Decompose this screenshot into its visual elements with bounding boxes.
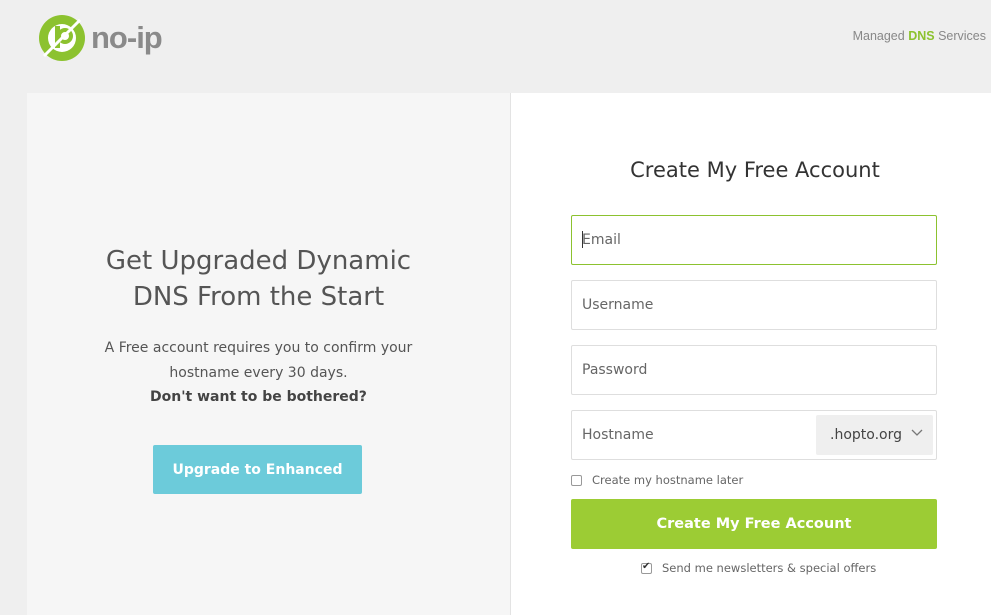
no-ip-logo-icon: [39, 15, 85, 61]
logo-text: no-ip: [91, 20, 163, 55]
tagline-suffix: Services: [934, 29, 986, 43]
domain-select-value: .hopto.org: [830, 427, 902, 443]
logo[interactable]: no-ip: [38, 14, 168, 62]
text-cursor: [582, 231, 583, 248]
password-input[interactable]: [571, 345, 937, 395]
hostname-later-row: Create my hostname later: [571, 473, 743, 487]
hostname-input[interactable]: [572, 411, 812, 459]
username-input[interactable]: [571, 280, 937, 330]
chevron-down-icon: [911, 429, 923, 436]
promo-title: Get Upgraded Dynamic DNS From the Start: [27, 243, 490, 315]
promo-desc-line1: A Free account requires you to confirm y…: [104, 340, 413, 356]
hostname-later-checkbox[interactable]: [571, 474, 582, 486]
promo-title-line1: Get Upgraded Dynamic: [105, 246, 412, 276]
promo-description: A Free account requires you to confirm y…: [27, 336, 490, 386]
newsletter-row: Send me newsletters & special offers: [641, 561, 876, 575]
tagline-highlight: DNS: [908, 29, 935, 43]
promo-question: Don't want to be bothered?: [150, 389, 367, 405]
upgrade-button[interactable]: Upgrade to Enhanced: [153, 445, 362, 494]
signup-title: Create My Free Account: [630, 158, 880, 182]
hostname-later-label[interactable]: Create my hostname later: [592, 473, 743, 487]
newsletter-checkbox[interactable]: [641, 561, 652, 574]
domain-select[interactable]: .hopto.org: [816, 415, 933, 455]
newsletter-label[interactable]: Send me newsletters & special offers: [662, 561, 876, 575]
tagline: Managed DNS Services: [853, 29, 986, 43]
hostname-group: .hopto.org: [571, 410, 937, 460]
promo-title-line2: DNS From the Start: [132, 282, 385, 312]
email-input[interactable]: [571, 215, 937, 265]
tagline-prefix: Managed: [852, 29, 909, 43]
create-account-button[interactable]: Create My Free Account: [571, 499, 937, 549]
promo-desc-line2: hostname every 30 days.: [169, 365, 348, 381]
